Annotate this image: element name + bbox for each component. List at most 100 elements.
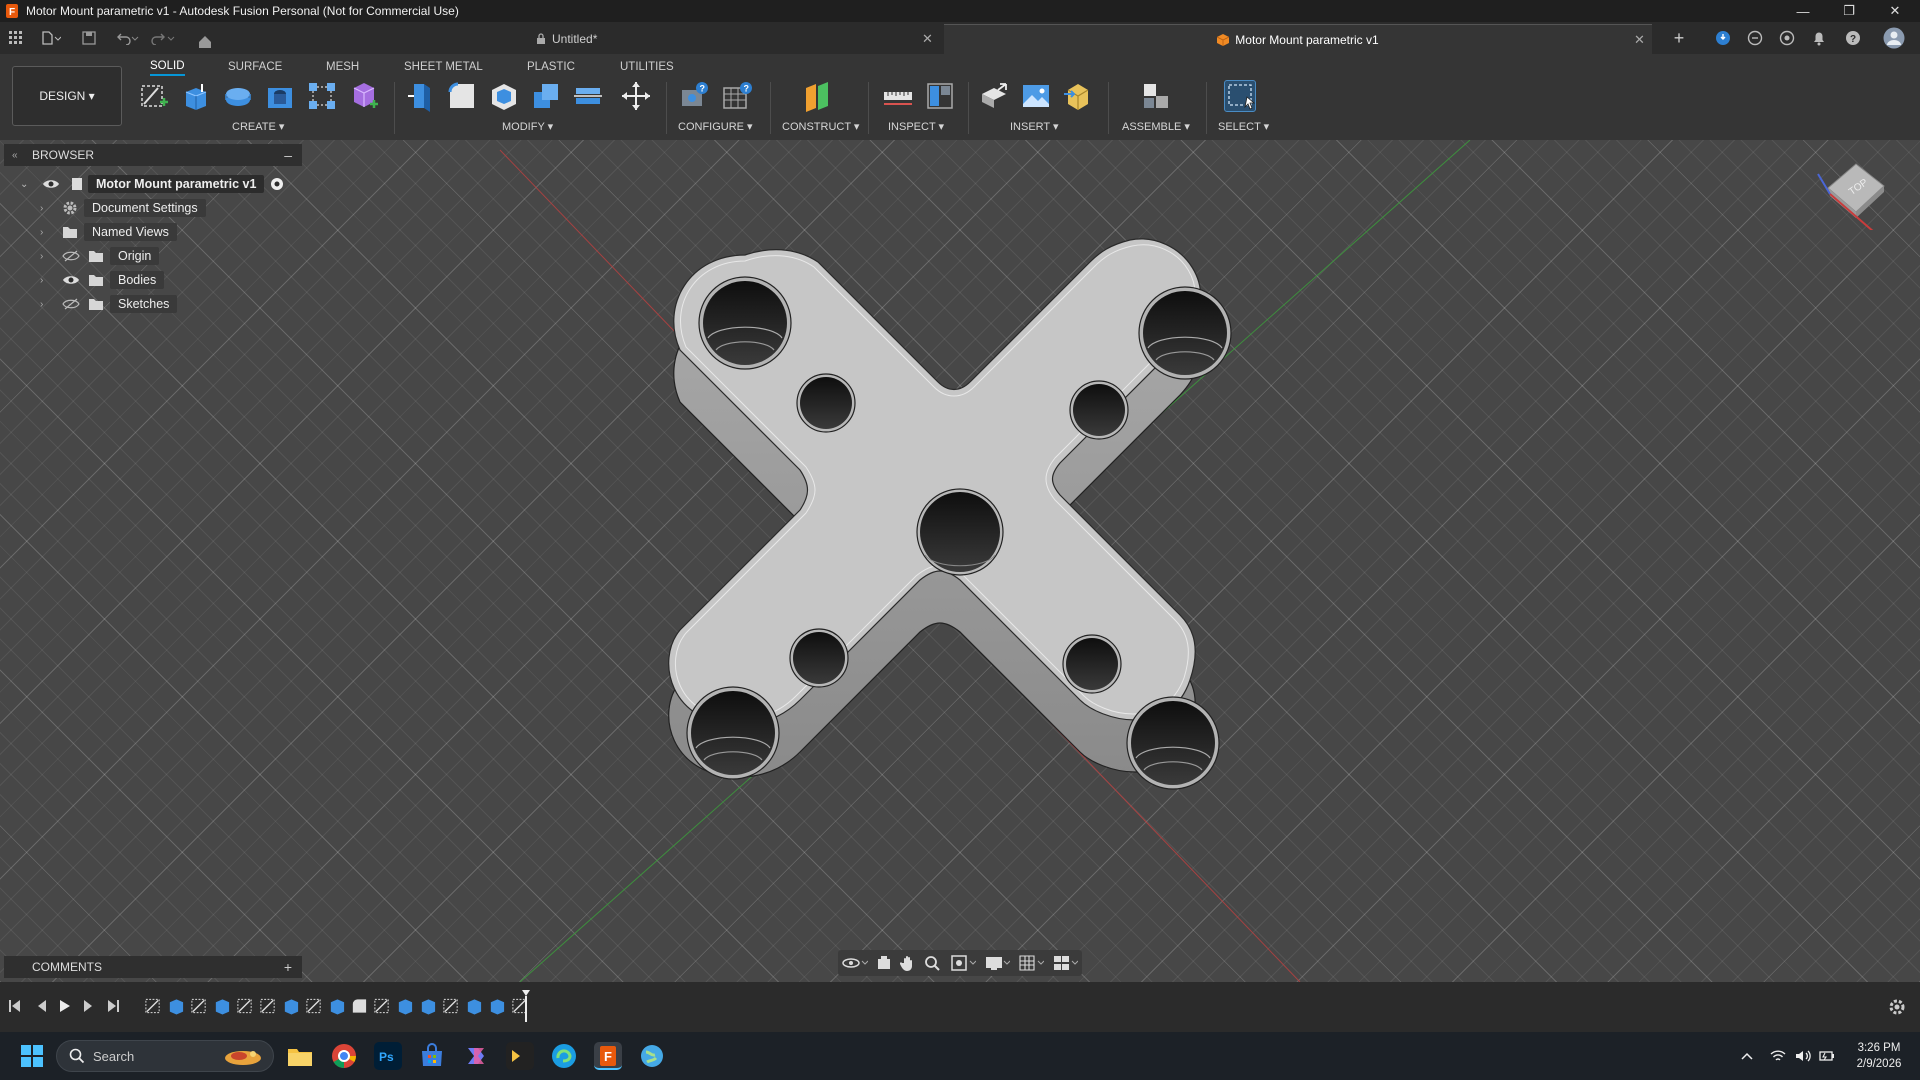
tab-mesh[interactable]: MESH [326,58,359,76]
mount-hole-lower-right[interactable] [1062,634,1122,694]
corner-hole-top-right[interactable] [1138,286,1232,380]
timeline-first-icon[interactable] [8,998,22,1014]
timeline-sketch-icon[interactable] [259,996,278,1016]
fit-icon[interactable] [950,954,976,972]
browser-panel-header[interactable]: « BROWSER – [4,144,302,166]
timeline-extrude-icon[interactable] [282,996,301,1016]
mount-hole-upper-right[interactable] [1069,380,1129,440]
timeline-marker[interactable] [522,990,530,1022]
copilot-icon[interactable] [462,1042,490,1070]
assemble-menu[interactable]: ASSEMBLE ▾ [1122,120,1190,133]
pan-hand-icon[interactable] [900,955,916,971]
offset-plane-icon[interactable] [802,80,834,112]
taskbar-search-box[interactable]: Search [56,1040,274,1072]
section-analysis-icon[interactable] [924,80,956,112]
view-cube[interactable]: TOP [1808,160,1888,233]
measure-icon[interactable] [882,80,914,112]
timeline-next-icon[interactable] [82,998,96,1014]
redo-icon[interactable] [148,22,178,54]
browser-collapse-button[interactable]: – [284,147,292,163]
tab-sheet-metal[interactable]: SHEET METAL [404,58,483,76]
create-menu[interactable]: CREATE ▾ [232,120,284,133]
corner-hole-top-left[interactable] [698,276,792,370]
fillet-icon[interactable] [446,80,478,112]
globe-app-icon[interactable] [638,1042,666,1070]
fusion-taskbar-icon[interactable]: F [594,1042,622,1070]
chevron-right-icon[interactable]: › [40,203,56,214]
workspace-switcher[interactable]: DESIGN ▾ [12,66,122,126]
browser-item-origin[interactable]: › Origin [40,246,160,266]
chevron-right-icon[interactable]: › [40,227,56,238]
combine-icon[interactable] [530,80,562,112]
shell-icon[interactable] [488,80,520,112]
wifi-icon[interactable] [1770,1048,1786,1064]
activate-radio-icon[interactable] [270,177,284,191]
timeline-settings-gear-icon[interactable] [1888,998,1906,1016]
tray-overflow-chevron-up-icon[interactable] [1740,1050,1754,1062]
browser-root-node[interactable]: ⌄ Motor Mount parametric v1 [20,174,284,194]
extensions-icon[interactable] [1712,22,1734,54]
new-component-icon[interactable] [1140,80,1172,112]
tab-close-button[interactable]: ✕ [922,31,933,47]
chevron-down-icon[interactable]: ⌄ [20,179,34,190]
tab-untitled[interactable]: Untitled* ✕ [536,24,940,54]
center-hole[interactable] [916,488,1004,576]
hole-icon[interactable] [264,80,296,112]
eye-hidden-icon[interactable] [62,297,80,311]
create-sketch-icon[interactable] [138,80,170,112]
file-explorer-icon[interactable] [286,1042,314,1070]
mount-hole-lower-left[interactable] [789,628,849,688]
tab-solid[interactable]: SOLID [150,58,185,76]
corner-hole-bottom-right[interactable] [1126,696,1220,790]
modify-menu[interactable]: MODIFY ▾ [502,120,553,133]
timeline-sketch-icon[interactable] [305,996,324,1016]
timeline-extrude-icon[interactable] [167,996,186,1016]
tab-utilities[interactable]: UTILITIES [620,58,674,76]
corner-hole-bottom-left[interactable] [686,686,780,780]
timeline-extrude-icon[interactable] [419,996,438,1016]
configure-menu[interactable]: CONFIGURE ▾ [678,120,753,133]
chevron-right-icon[interactable]: › [40,275,56,286]
comments-panel-header[interactable]: COMMENTS + [4,956,302,978]
tab-motor-mount[interactable]: Motor Mount parametric v1 ✕ [944,24,1652,54]
undo-icon[interactable] [112,22,142,54]
eye-icon[interactable] [62,273,80,287]
help-icon[interactable]: ? [1842,22,1864,54]
close-window-button[interactable]: ✕ [1878,0,1912,22]
browser-item-named-views[interactable]: › Named Views [40,222,177,242]
eye-hidden-icon[interactable] [62,249,80,263]
zoom-icon[interactable] [924,955,942,971]
timeline-fillet-icon[interactable] [350,996,369,1016]
save-icon[interactable] [78,22,100,54]
configure-table-icon[interactable]: ? [720,80,752,112]
timeline-extrude-icon[interactable] [465,996,484,1016]
select-tool[interactable] [1224,80,1256,112]
timeline-sketch-icon[interactable] [144,996,163,1016]
tab-surface[interactable]: SURFACE [228,58,282,76]
display-settings-icon[interactable] [984,954,1010,972]
move-copy-icon[interactable] [620,80,652,112]
insert-derive-icon[interactable] [978,80,1010,112]
notifications-bell-icon[interactable] [1808,22,1830,54]
canvas-viewport[interactable]: TOP [0,140,1920,982]
timeline-extrude-icon[interactable] [488,996,507,1016]
mount-hole-upper-left[interactable] [796,373,856,433]
timeline-sketch-icon[interactable] [373,996,392,1016]
look-at-icon[interactable] [876,955,892,971]
user-avatar[interactable] [1880,22,1908,54]
taskbar-clock[interactable]: 3:26 PM 2/9/2026 [1846,1040,1912,1072]
online-status-icon[interactable] [1776,22,1798,54]
terminal-app-icon[interactable] [506,1042,534,1070]
configure-icon[interactable]: ? [678,80,710,112]
timeline-extrude-icon[interactable] [328,996,347,1016]
timeline-sketch-icon[interactable] [236,996,255,1016]
windows-start-icon[interactable] [20,1044,44,1068]
inspect-menu[interactable]: INSPECT ▾ [888,120,944,133]
timeline-prev-icon[interactable] [34,998,48,1014]
volume-icon[interactable] [1794,1048,1812,1064]
split-body-icon[interactable] [572,80,604,112]
insert-canvas-icon[interactable] [1020,80,1052,112]
select-menu[interactable]: SELECT ▾ [1218,120,1269,133]
chevron-right-icon[interactable]: › [40,251,56,262]
chevron-right-icon[interactable]: › [40,299,56,310]
